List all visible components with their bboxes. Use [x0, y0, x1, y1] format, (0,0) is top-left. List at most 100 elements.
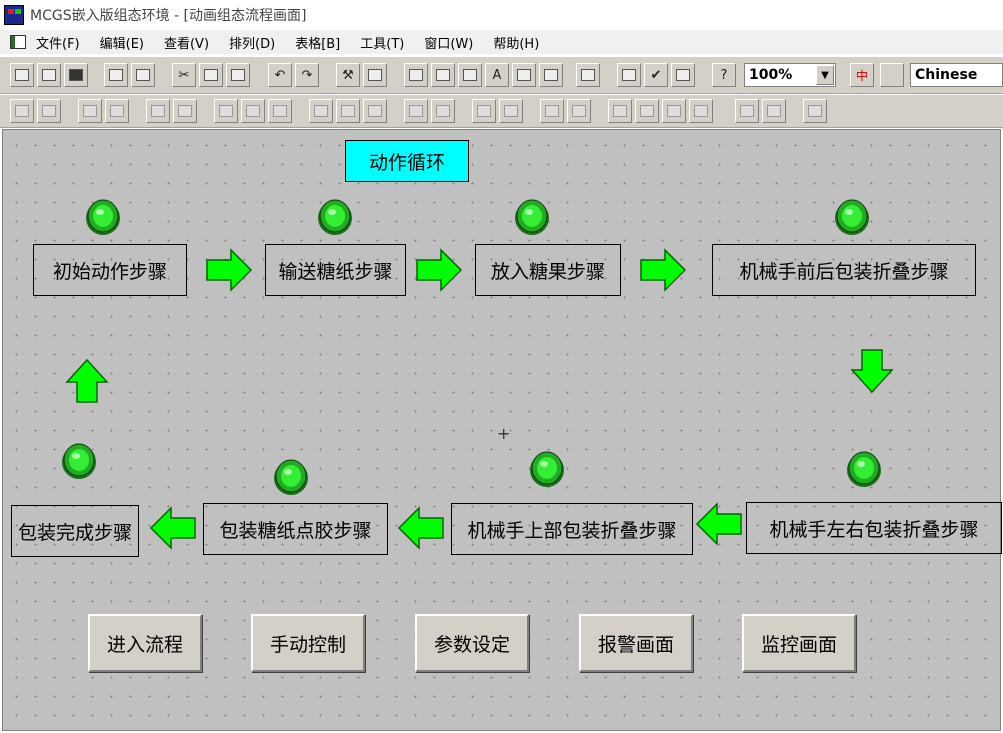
save-button[interactable]: [64, 63, 88, 87]
fill-color-icon: [409, 69, 423, 81]
menu-table[interactable]: 表格[B]: [295, 33, 340, 52]
open-button[interactable]: [37, 63, 61, 87]
parameter-settings-button[interactable]: 参数设定: [415, 614, 529, 672]
paste-button[interactable]: [226, 63, 250, 87]
same-height-button[interactable]: [241, 99, 265, 123]
center-window-v-button[interactable]: [363, 99, 387, 123]
monitor-screen-button[interactable]: 监控画面: [742, 614, 856, 672]
lamp-place[interactable]: [514, 196, 550, 236]
arrow-left-icon: [149, 506, 196, 550]
design-canvas[interactable]: 动作循环 初始动作步骤 输送糖纸步骤 放入糖果步骤 机械手前后包装折叠步骤 + …: [2, 129, 1002, 731]
align-left-button[interactable]: [10, 99, 34, 123]
new-window-button[interactable]: [10, 63, 34, 87]
menu-tools[interactable]: 工具(T): [360, 33, 404, 52]
save-icon: [69, 69, 83, 81]
lamp-complete[interactable]: [61, 440, 97, 480]
flip-horizontal-icon: [477, 105, 491, 117]
lamp-initial[interactable]: [85, 196, 121, 236]
line-color-button[interactable]: [431, 63, 455, 87]
properties-button[interactable]: [617, 63, 641, 87]
menu-window[interactable]: 窗口(W): [424, 33, 473, 52]
step-front-back[interactable]: 机械手前后包装折叠步骤: [712, 244, 976, 296]
rotate-right-button[interactable]: [431, 99, 455, 123]
align-bottom-button[interactable]: [105, 99, 129, 123]
align-top-icon: [83, 105, 97, 117]
bring-forward-button[interactable]: [662, 99, 686, 123]
menu-file[interactable]: 文件(F): [36, 33, 80, 52]
step-glue[interactable]: 包装糖纸点胶步骤: [203, 503, 388, 555]
blank-button[interactable]: [880, 63, 904, 87]
center-horizontal-button[interactable]: [173, 99, 197, 123]
bring-front-button[interactable]: [608, 99, 632, 123]
fill-color-button[interactable]: [404, 63, 428, 87]
lamp-top[interactable]: [529, 448, 565, 488]
loop-label[interactable]: 动作循环: [345, 140, 469, 182]
lamp-front-back[interactable]: [834, 196, 870, 236]
chevron-down-icon[interactable]: ▼: [816, 65, 834, 85]
lamp-left-right[interactable]: [846, 448, 882, 488]
print-preview-button[interactable]: [131, 63, 155, 87]
center-vertical-button[interactable]: [146, 99, 170, 123]
redo-button[interactable]: ↷: [295, 63, 319, 87]
check-button[interactable]: ✔: [644, 63, 668, 87]
line-style-button[interactable]: [512, 63, 536, 87]
language-select[interactable]: Chinese: [910, 63, 1003, 87]
lock-button[interactable]: [735, 99, 759, 123]
edit-button[interactable]: [762, 99, 786, 123]
flip-horizontal-button[interactable]: [472, 99, 496, 123]
lamp-glue[interactable]: [273, 456, 309, 496]
align-bottom-icon: [110, 105, 124, 117]
grid-snap-button[interactable]: [803, 99, 827, 123]
print-button[interactable]: [104, 63, 128, 87]
send-back-button[interactable]: [635, 99, 659, 123]
menu-help[interactable]: 帮助(H): [493, 33, 539, 52]
align-top-button[interactable]: [78, 99, 102, 123]
step-convey[interactable]: 输送糖纸步骤: [265, 244, 406, 296]
hammer-icon: ⚒: [342, 67, 354, 83]
step-place[interactable]: 放入糖果步骤: [475, 244, 621, 296]
ungroup-button[interactable]: [567, 99, 591, 123]
align-right-button[interactable]: [37, 99, 61, 123]
toolbox-button[interactable]: ⚒: [336, 63, 360, 87]
document-icon[interactable]: [10, 35, 26, 49]
title-bar: MCGS嵌入版组态环境 - [动画组态流程画面]: [0, 0, 1003, 30]
arrow-down-icon: [850, 349, 894, 394]
window-title: MCGS嵌入版组态环境 - [动画组态流程画面]: [30, 8, 307, 24]
input-method-button[interactable]: 中: [850, 63, 874, 87]
rotate-left-button[interactable]: [404, 99, 428, 123]
menu-arrange[interactable]: 排列(D): [229, 33, 275, 52]
line-width-button[interactable]: [539, 63, 563, 87]
center-window-h-button[interactable]: [336, 99, 360, 123]
center-window-button[interactable]: [309, 99, 333, 123]
menu-edit[interactable]: 编辑(E): [100, 33, 144, 52]
list-button[interactable]: [671, 63, 695, 87]
copy-button[interactable]: [199, 63, 223, 87]
layout-button[interactable]: [363, 63, 387, 87]
step-top[interactable]: 机械手上部包装折叠步骤: [451, 503, 693, 555]
font-button[interactable]: A: [485, 63, 509, 87]
arrow-right-icon: [640, 248, 687, 292]
undo-button[interactable]: ↶: [268, 63, 292, 87]
step-left-right[interactable]: 机械手左右包装折叠步骤: [746, 502, 1002, 554]
zoom-select[interactable]: 100% ▼: [744, 63, 836, 87]
flip-vertical-button[interactable]: [499, 99, 523, 123]
manual-control-button[interactable]: 手动控制: [251, 614, 365, 672]
help-pointer-button[interactable]: ?: [712, 63, 736, 87]
lamp-convey[interactable]: [317, 196, 353, 236]
font-color-button[interactable]: [458, 63, 482, 87]
ungroup-icon: [572, 105, 586, 117]
cut-button[interactable]: ✂: [172, 63, 196, 87]
grid-button[interactable]: [576, 63, 600, 87]
step-initial[interactable]: 初始动作步骤: [33, 244, 187, 296]
alarm-screen-button[interactable]: 报警画面: [579, 614, 693, 672]
enter-flow-button[interactable]: 进入流程: [88, 614, 202, 672]
step-complete[interactable]: 包装完成步骤: [11, 505, 139, 557]
menu-view[interactable]: 查看(V): [164, 33, 209, 52]
send-backward-button[interactable]: [689, 99, 713, 123]
group-button[interactable]: [540, 99, 564, 123]
same-width-button[interactable]: [268, 99, 292, 123]
check-icon: ✔: [650, 67, 662, 83]
same-size-button[interactable]: [214, 99, 238, 123]
copy-icon: [204, 69, 218, 81]
send-back-icon: [640, 105, 654, 117]
